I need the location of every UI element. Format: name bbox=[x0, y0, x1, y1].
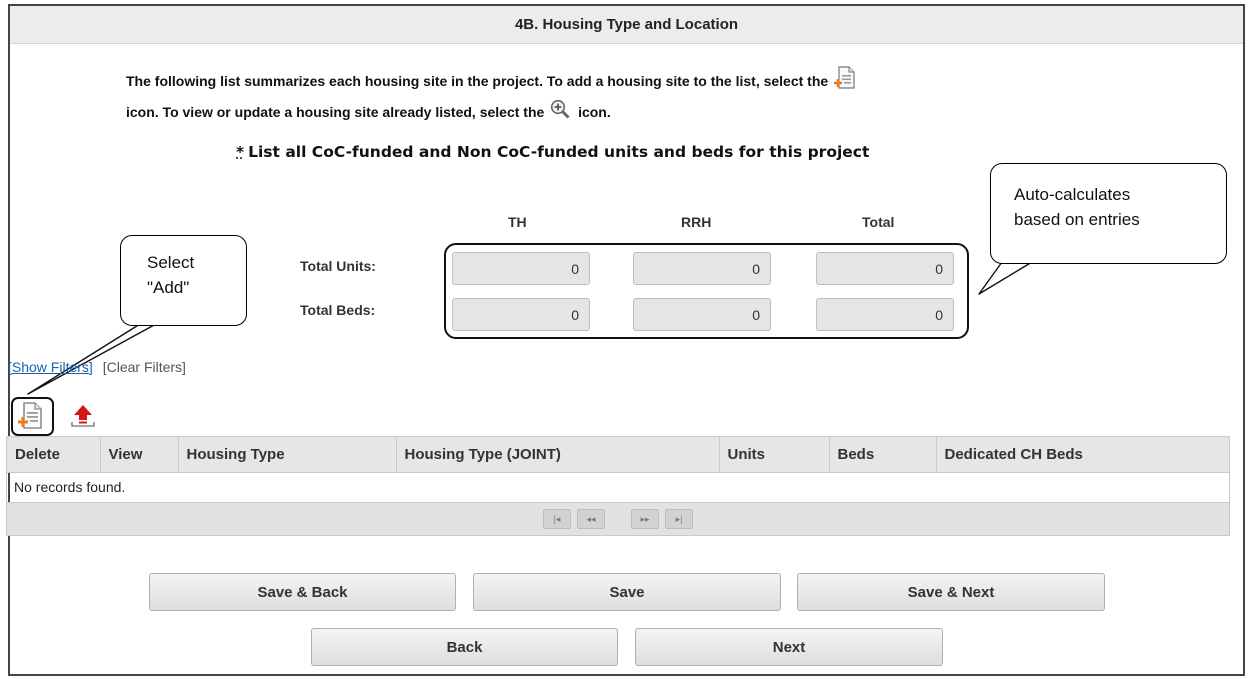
add-document-icon bbox=[18, 402, 42, 434]
prev-page-button[interactable]: ◂◂ bbox=[577, 509, 605, 529]
export-button[interactable] bbox=[69, 403, 97, 434]
callout-select-add-line2: "Add" bbox=[147, 278, 190, 297]
save-button[interactable]: Save bbox=[473, 573, 781, 611]
callout-select-add: Select "Add" bbox=[120, 235, 247, 326]
next-page-button[interactable]: ▸▸ bbox=[631, 509, 659, 529]
col-dedicated-ch-beds[interactable]: Dedicated CH Beds bbox=[936, 437, 1229, 473]
no-records-message: No records found. bbox=[14, 479, 126, 496]
add-record-button[interactable] bbox=[18, 402, 42, 435]
next-button[interactable]: Next bbox=[635, 628, 943, 666]
filter-links: [Show Filters] [Clear Filters] bbox=[8, 359, 186, 375]
col-units[interactable]: Units bbox=[719, 437, 830, 473]
col-view[interactable]: View bbox=[100, 437, 179, 473]
last-page-button[interactable]: ▸| bbox=[665, 509, 693, 529]
first-page-button[interactable]: |◂ bbox=[543, 509, 571, 529]
grid-header-row: Delete View Housing Type Housing Type (J… bbox=[7, 437, 1229, 473]
col-housing-type[interactable]: Housing Type bbox=[178, 437, 397, 473]
upload-icon bbox=[69, 405, 97, 433]
empty-row: No records found. bbox=[7, 472, 1229, 502]
col-delete[interactable]: Delete bbox=[7, 437, 101, 473]
clear-filters-link[interactable]: [Clear Filters] bbox=[103, 359, 186, 375]
col-beds[interactable]: Beds bbox=[829, 437, 937, 473]
housing-sites-grid: Delete View Housing Type Housing Type (J… bbox=[6, 436, 1230, 536]
col-housing-type-joint[interactable]: Housing Type (JOINT) bbox=[396, 437, 720, 473]
show-filters-link[interactable]: [Show Filters] bbox=[8, 359, 93, 375]
save-and-next-button[interactable]: Save & Next bbox=[797, 573, 1105, 611]
callout-auto-calc: Auto-calculates based on entries bbox=[990, 163, 1227, 264]
callout-auto-calc-line2: based on entries bbox=[1014, 210, 1140, 229]
callout-auto-calc-line1: Auto-calculates bbox=[1014, 185, 1131, 204]
back-button[interactable]: Back bbox=[311, 628, 618, 666]
save-and-back-button[interactable]: Save & Back bbox=[149, 573, 456, 611]
callout-select-add-line1: Select bbox=[147, 253, 195, 272]
grid-pager: |◂ ◂◂ ▸▸ ▸| bbox=[7, 502, 1229, 535]
